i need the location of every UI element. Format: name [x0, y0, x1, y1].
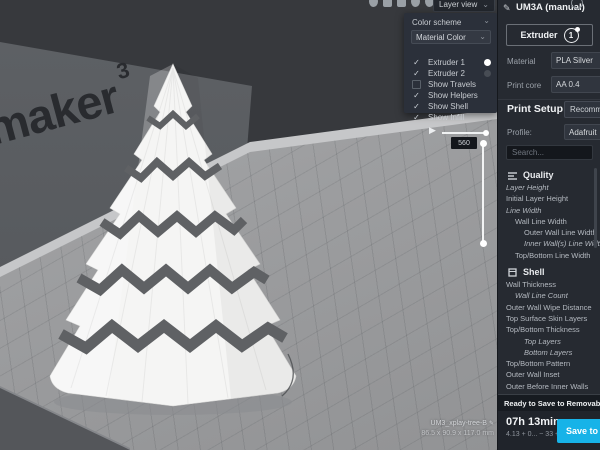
divider	[498, 99, 600, 100]
printer-name: ✎ UM3A (manual)	[504, 2, 585, 13]
color-scheme-dropdown[interactable]: Material Color ⌄	[411, 30, 491, 44]
view-mode-label: Layer view	[439, 0, 477, 9]
print-setup-title: Print Setup	[507, 103, 563, 115]
model-dimensions: 86.5 x 90.9 x 117.0 mm	[398, 429, 494, 439]
profile-dropdown[interactable]: Adafruit	[564, 124, 600, 140]
collapse-chevron-icon[interactable]: ⌄	[483, 18, 490, 27]
print-core-label: Print core	[507, 81, 541, 90]
material-color-dot	[575, 27, 580, 32]
setting-item[interactable]: Outer Wall Line Width	[498, 227, 600, 238]
view-front-icon[interactable]	[383, 0, 392, 7]
checkbox-checked-icon[interactable]: ✓	[412, 102, 421, 111]
setting-item[interactable]: Line Width	[498, 205, 600, 216]
shell-icon	[508, 268, 517, 277]
view-left-icon[interactable]	[411, 0, 420, 7]
material-dropdown[interactable]: PLA Silver	[551, 52, 600, 69]
checkbox-row-extruder-2[interactable]: ✓ Extruder 2	[412, 68, 491, 78]
checkbox-checked-icon[interactable]: ✓	[412, 58, 421, 67]
section-header-shell[interactable]: Shell	[498, 265, 600, 279]
view-mode-dropdown[interactable]: Layer view ⌄	[433, 0, 495, 12]
checkbox-checked-icon[interactable]: ✓	[412, 69, 421, 78]
search-input[interactable]	[506, 145, 593, 160]
setting-item[interactable]: Bottom Layers	[498, 347, 600, 358]
setting-item[interactable]: Top Surface Skin Layers	[498, 313, 600, 324]
chevron-down-icon: ⌄	[479, 34, 486, 40]
setting-item[interactable]: Top/Bottom Thickness	[498, 324, 600, 335]
checkbox-row-show-shell[interactable]: ✓ Show Shell	[412, 101, 491, 111]
layer-slider-top-handle[interactable]	[480, 140, 487, 147]
setting-item[interactable]: Wall Line Count	[498, 290, 600, 301]
model-3d-tree[interactable]	[38, 58, 308, 423]
setting-item[interactable]: Inner Wall(s) Line Width	[498, 238, 600, 249]
profile-label: Profile:	[507, 128, 532, 137]
setting-item[interactable]: Wall Thickness	[498, 279, 600, 290]
extruder2-color-swatch	[484, 70, 491, 77]
view-toolbar	[369, 0, 434, 7]
job-summary-bar: 07h 13min 4.13 + 0... ~ 33 + 3g Save to	[498, 411, 600, 450]
print-core-dropdown[interactable]: AA 0.4	[551, 76, 600, 93]
settings-scrollbar[interactable]	[594, 168, 597, 248]
extruder1-color-swatch	[484, 59, 491, 66]
edit-pencil-icon[interactable]: ✎	[503, 3, 511, 14]
settings-list: Quality Layer Height Initial Layer Heigh…	[498, 164, 600, 392]
model-name: UM3_xplay-tree-B	[431, 420, 487, 427]
layer-slider-track[interactable]	[482, 144, 484, 243]
status-ready-text: Ready to Save to Removable Drive	[498, 394, 600, 411]
quality-icon	[508, 171, 517, 180]
extruder-number-badge: 1	[564, 28, 579, 43]
recommended-mode-button[interactable]: Recomm	[564, 101, 600, 118]
checkbox-row-extruder-1[interactable]: ✓ Extruder 1	[412, 57, 491, 67]
material-label: Material	[507, 57, 535, 66]
checkbox-checked-icon[interactable]: ✓	[412, 113, 421, 122]
color-scheme-popup: Color scheme ⌄ Material Color ⌄ ✓ Extrud…	[404, 13, 497, 113]
extruder-tab-button[interactable]: Extruder 1	[506, 24, 593, 46]
cura-application-window: maker3	[0, 0, 600, 450]
simulation-slider-track[interactable]	[442, 132, 486, 134]
layer-slider-bottom-handle[interactable]	[480, 240, 487, 247]
checkbox-row-show-infill[interactable]: ✓ Show Infill	[412, 112, 491, 122]
setting-item[interactable]: Outer Wall Inset	[498, 369, 600, 380]
checkbox-row-show-travels[interactable]: Show Travels	[412, 79, 491, 89]
sidebar-panel: ✎ UM3A (manual) Extruder 1 Material PLA …	[497, 0, 600, 450]
setting-item[interactable]: Wall Line Width	[498, 216, 600, 227]
layer-number-value: 560	[451, 137, 477, 149]
print-time-estimate: 07h 13min	[506, 416, 560, 428]
checkbox-checked-icon[interactable]: ✓	[412, 91, 421, 100]
simulation-play-icon[interactable]: ▶	[429, 125, 436, 136]
model-info-overlay: UM3_xplay-tree-B✎ 86.5 x 90.9 x 117.0 mm	[398, 419, 494, 439]
setting-item[interactable]: Top/Bottom Pattern	[498, 358, 600, 369]
color-scheme-title: Color scheme	[412, 18, 461, 27]
checkbox-unchecked-icon[interactable]	[412, 80, 421, 89]
chevron-down-icon: ⌄	[482, 2, 489, 8]
setting-item[interactable]: Initial Layer Height	[498, 193, 600, 204]
setting-item[interactable]: Outer Before Inner Walls	[498, 381, 600, 392]
simulation-slider-handle[interactable]	[483, 130, 489, 136]
setting-item[interactable]: Top/Bottom Line Width	[498, 250, 600, 261]
checkbox-row-show-helpers[interactable]: ✓ Show Helpers	[412, 90, 491, 100]
setting-item[interactable]: Outer Wall Wipe Distance	[498, 302, 600, 313]
setting-item[interactable]: Layer Height	[498, 182, 600, 193]
setting-item[interactable]: Top Layers	[498, 336, 600, 347]
section-header-quality[interactable]: Quality	[498, 168, 600, 182]
save-button[interactable]: Save to	[557, 419, 600, 443]
rename-pencil-icon[interactable]: ✎	[489, 421, 494, 427]
view-top-icon[interactable]	[397, 0, 406, 7]
view-3d-icon[interactable]	[369, 0, 378, 7]
